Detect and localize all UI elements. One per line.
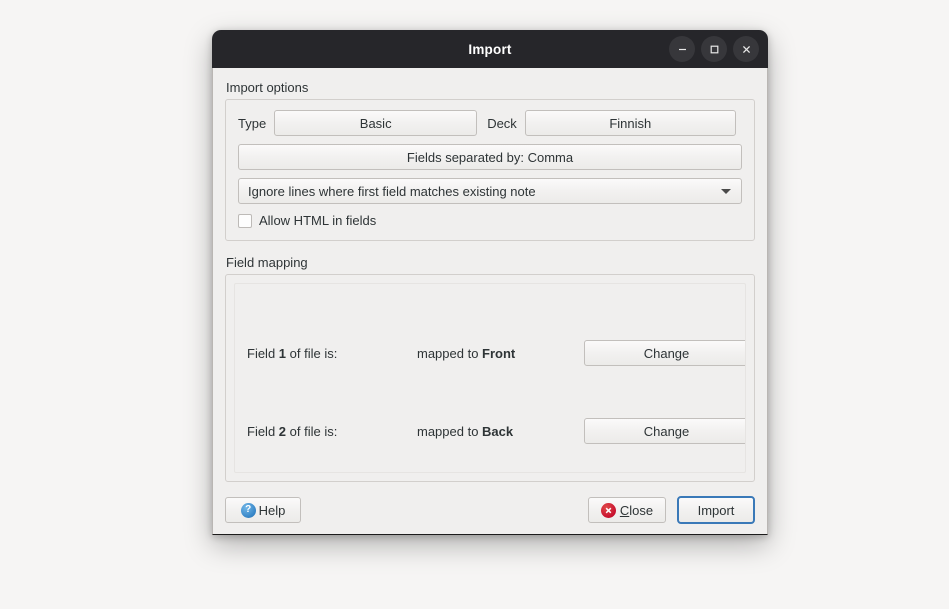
duplicate-handling-value: Ignore lines where first field matches e… xyxy=(248,183,536,199)
question-circle-icon: ? xyxy=(240,502,256,518)
deck-value: Finnish xyxy=(609,115,652,131)
field-separator-label: Fields separated by: Comma xyxy=(406,149,574,165)
field-mapping-frame: Field 1 of file is: mapped to Front Chan… xyxy=(225,274,755,482)
deck-button[interactable]: Finnish xyxy=(524,110,736,136)
titlebar: Import xyxy=(212,30,768,68)
field-separator-button[interactable]: Fields separated by: Comma xyxy=(238,144,742,170)
change-mapping-button[interactable]: Change xyxy=(584,418,745,444)
import-button[interactable]: Import xyxy=(677,496,755,524)
close-button-label: Close xyxy=(619,502,654,518)
dialog-client-area: Import options Type Basic Deck Finnish F… xyxy=(212,68,768,535)
allow-html-checkbox-row[interactable]: Allow HTML in fields xyxy=(238,213,376,228)
close-button[interactable]: Close xyxy=(588,497,666,523)
import-button-label: Import xyxy=(697,502,735,518)
import-dialog-window: Import Import options Type Basic Deck Fi… xyxy=(212,30,768,535)
change-mapping-button[interactable]: Change xyxy=(584,340,745,366)
window-title: Import xyxy=(468,41,512,57)
field-mapping-group: Field mapping Field 1 of file is: mapped… xyxy=(225,255,755,482)
duplicate-handling-select[interactable]: Ignore lines where first field matches e… xyxy=(238,178,742,204)
minimize-button[interactable] xyxy=(669,36,695,62)
allow-html-checkbox[interactable] xyxy=(238,213,252,228)
import-options-group: Import options Type Basic Deck Finnish F… xyxy=(225,80,755,241)
field-mapped-target: mapped to Back xyxy=(417,423,514,439)
dialog-button-bar: ? Help Close Import xyxy=(225,496,755,524)
import-options-label: Import options xyxy=(226,80,309,95)
field-mapped-target: mapped to Front xyxy=(417,345,516,361)
field-index-label: Field 2 of file is: xyxy=(247,423,338,439)
type-deck-row: Type Basic Deck Finnish xyxy=(238,110,742,136)
change-mapping-label: Change xyxy=(643,423,690,439)
chevron-down-icon xyxy=(721,188,731,194)
window-controls xyxy=(669,30,759,68)
field-mapping-row: Field 2 of file is: mapped to Back Chang… xyxy=(247,418,745,444)
field-mapping-label: Field mapping xyxy=(226,255,308,270)
note-type-value: Basic xyxy=(359,115,392,131)
field-index-label: Field 1 of file is: xyxy=(247,345,338,361)
error-circle-icon xyxy=(600,502,616,518)
note-type-button[interactable]: Basic xyxy=(274,110,478,136)
maximize-icon xyxy=(709,44,720,55)
allow-html-label: Allow HTML in fields xyxy=(259,213,377,228)
maximize-button[interactable] xyxy=(701,36,727,62)
close-icon xyxy=(741,44,752,55)
close-window-button[interactable] xyxy=(733,36,759,62)
type-label: Type xyxy=(238,115,267,131)
change-mapping-label: Change xyxy=(643,345,690,361)
help-button-label: Help xyxy=(258,502,286,518)
minimize-icon xyxy=(677,44,688,55)
deck-label: Deck xyxy=(487,115,517,131)
field-mapping-scroll-area[interactable]: Field 1 of file is: mapped to Front Chan… xyxy=(234,283,746,473)
field-mapping-row: Field 1 of file is: mapped to Front Chan… xyxy=(247,340,745,366)
help-button[interactable]: ? Help xyxy=(225,497,301,523)
import-options-frame: Type Basic Deck Finnish Fields separated… xyxy=(225,99,755,241)
